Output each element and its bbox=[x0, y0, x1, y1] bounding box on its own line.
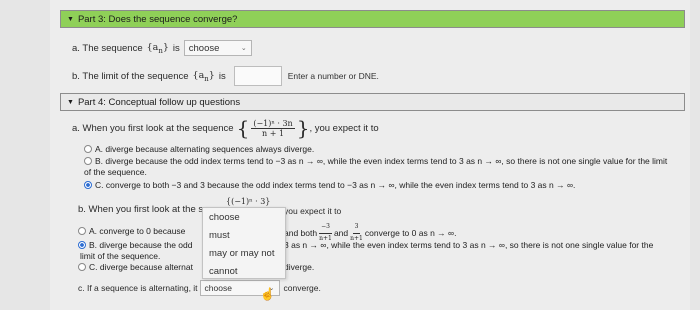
radio-icon[interactable] bbox=[78, 227, 86, 235]
option-c-text: C. converge to both −3 and 3 because the… bbox=[95, 180, 576, 190]
dropdown-option[interactable]: cannot bbox=[203, 262, 285, 280]
collapse-caret-icon[interactable]: ▼ bbox=[67, 16, 74, 23]
b-option-b-line2: limit of the sequence. bbox=[80, 251, 160, 262]
dropdown-option[interactable]: must bbox=[203, 226, 285, 244]
question-a-label: a. The sequence bbox=[72, 42, 143, 54]
part4-header[interactable]: ▼ Part 4: Conceptual follow up questions bbox=[60, 93, 685, 111]
b-option-b[interactable]: B. diverge because the odd bbox=[78, 240, 193, 251]
b-option-a[interactable]: A. converge to 0 because bbox=[78, 226, 185, 237]
b-option-a-end: converge to 0 as n → ∞. bbox=[364, 227, 457, 238]
b-option-b-text: B. diverge because the odd bbox=[89, 240, 193, 250]
question-c-suffix: converge. bbox=[283, 283, 321, 293]
seq-brace-a: {a bbox=[146, 41, 159, 53]
b-option-c-text: C. diverge because alternat bbox=[89, 262, 193, 272]
question-c-prompt: c. If a sequence is alternating, it bbox=[78, 283, 198, 293]
part3-header[interactable]: ▼ Part 3: Does the sequence converge? bbox=[60, 10, 685, 28]
math-expression: {(−1)ⁿ · 3} bbox=[226, 197, 271, 206]
fraction-numerator: (−1)ⁿ · 3n bbox=[251, 118, 295, 129]
seq-close-b: } bbox=[208, 69, 215, 81]
seq-close: } bbox=[162, 41, 169, 53]
b-option-c-continued: diverge. bbox=[284, 262, 314, 273]
chevron-down-icon: ⌄ bbox=[240, 45, 247, 52]
dropdown-option[interactable]: may or may not bbox=[203, 244, 285, 262]
collapse-caret-icon[interactable]: ▼ bbox=[67, 99, 74, 106]
part4-question-c: c. If a sequence is alternating, it choo… bbox=[78, 280, 321, 296]
b-option-c-right: diverge. bbox=[284, 262, 315, 272]
question-b-label: b. The limit of the sequence bbox=[72, 70, 189, 82]
and-text: and bbox=[333, 227, 349, 238]
radio-icon[interactable] bbox=[84, 157, 92, 165]
page: ▼ Part 3: Does the sequence converge? a.… bbox=[50, 0, 690, 310]
radio-icon[interactable] bbox=[78, 263, 86, 271]
seq-brace-b: {a bbox=[192, 69, 205, 81]
frac-num-1: −3 bbox=[319, 222, 332, 234]
limit-input[interactable] bbox=[233, 66, 282, 86]
dropdown-option[interactable]: choose bbox=[203, 208, 285, 226]
question-b-prompt: b. When you first look at the seq bbox=[78, 204, 214, 215]
frac-num-2: 3 bbox=[352, 222, 361, 234]
question-a-suffix: , you expect it to bbox=[309, 122, 379, 134]
dropdown-menu: choose must may or may not cannot bbox=[202, 207, 286, 279]
part3-title: Part 3: Does the sequence converge? bbox=[77, 13, 238, 25]
part4-question-b: b. When you first look at the seq bbox=[78, 204, 214, 215]
b-option-b-right: 3 as n → ∞, while the even index terms t… bbox=[284, 240, 654, 250]
b-option-b-continued: 3 as n → ∞, while the even index terms t… bbox=[284, 240, 653, 251]
is-text-b: is bbox=[218, 70, 226, 82]
sequence-fraction: (−1)ⁿ · 3n n + 1 bbox=[251, 118, 295, 138]
question-b-math: {(−1)ⁿ · 3} bbox=[226, 197, 270, 206]
question-b-suffix-row: you expect it to bbox=[284, 206, 341, 216]
option-a[interactable]: A. diverge because alternating sequences… bbox=[84, 144, 674, 155]
radio-icon[interactable] bbox=[84, 145, 92, 153]
converge-select-value: choose bbox=[188, 42, 220, 54]
b-option-a-text: A. converge to 0 because bbox=[89, 226, 186, 236]
fraction-denominator: n + 1 bbox=[262, 128, 285, 138]
option-a-text: A. diverge because alternating sequences… bbox=[95, 144, 315, 154]
is-text: is bbox=[172, 42, 180, 54]
limit-hint: Enter a number or DNE. bbox=[287, 71, 379, 81]
question-a-prompt: a. When you first look at the sequence bbox=[72, 122, 234, 134]
question-c-select-value: choose bbox=[204, 283, 232, 293]
b-option-c[interactable]: C. diverge because alternat bbox=[78, 262, 193, 273]
sequence-symbol: {an} bbox=[147, 42, 169, 55]
option-b-text: B. diverge because the odd index terms t… bbox=[84, 156, 668, 177]
option-b[interactable]: B. diverge because the odd index terms t… bbox=[84, 156, 674, 177]
option-c[interactable]: C. converge to both −3 and 3 because the… bbox=[84, 180, 674, 191]
hand-cursor-icon: ☝ bbox=[260, 287, 275, 301]
left-brace: { bbox=[236, 116, 250, 140]
question-b-suffix: you expect it to bbox=[284, 206, 342, 216]
sequence-symbol-b: {an} bbox=[193, 70, 215, 83]
b-option-a-right: and both bbox=[284, 227, 318, 238]
radio-selected-icon[interactable] bbox=[78, 241, 86, 249]
radio-selected-icon[interactable] bbox=[84, 181, 92, 189]
part3-question-a: a. The sequence {an} is choose ⌄ bbox=[72, 40, 252, 56]
part4-title: Part 4: Conceptual follow up questions bbox=[77, 96, 241, 108]
part3-question-b: b. The limit of the sequence {an} is Ent… bbox=[72, 66, 379, 86]
part4-question-a: a. When you first look at the sequence {… bbox=[72, 118, 379, 138]
converge-select[interactable]: choose ⌄ bbox=[183, 40, 252, 56]
b-option-b-line2-text: limit of the sequence. bbox=[80, 251, 161, 261]
right-brace: } bbox=[296, 116, 310, 140]
